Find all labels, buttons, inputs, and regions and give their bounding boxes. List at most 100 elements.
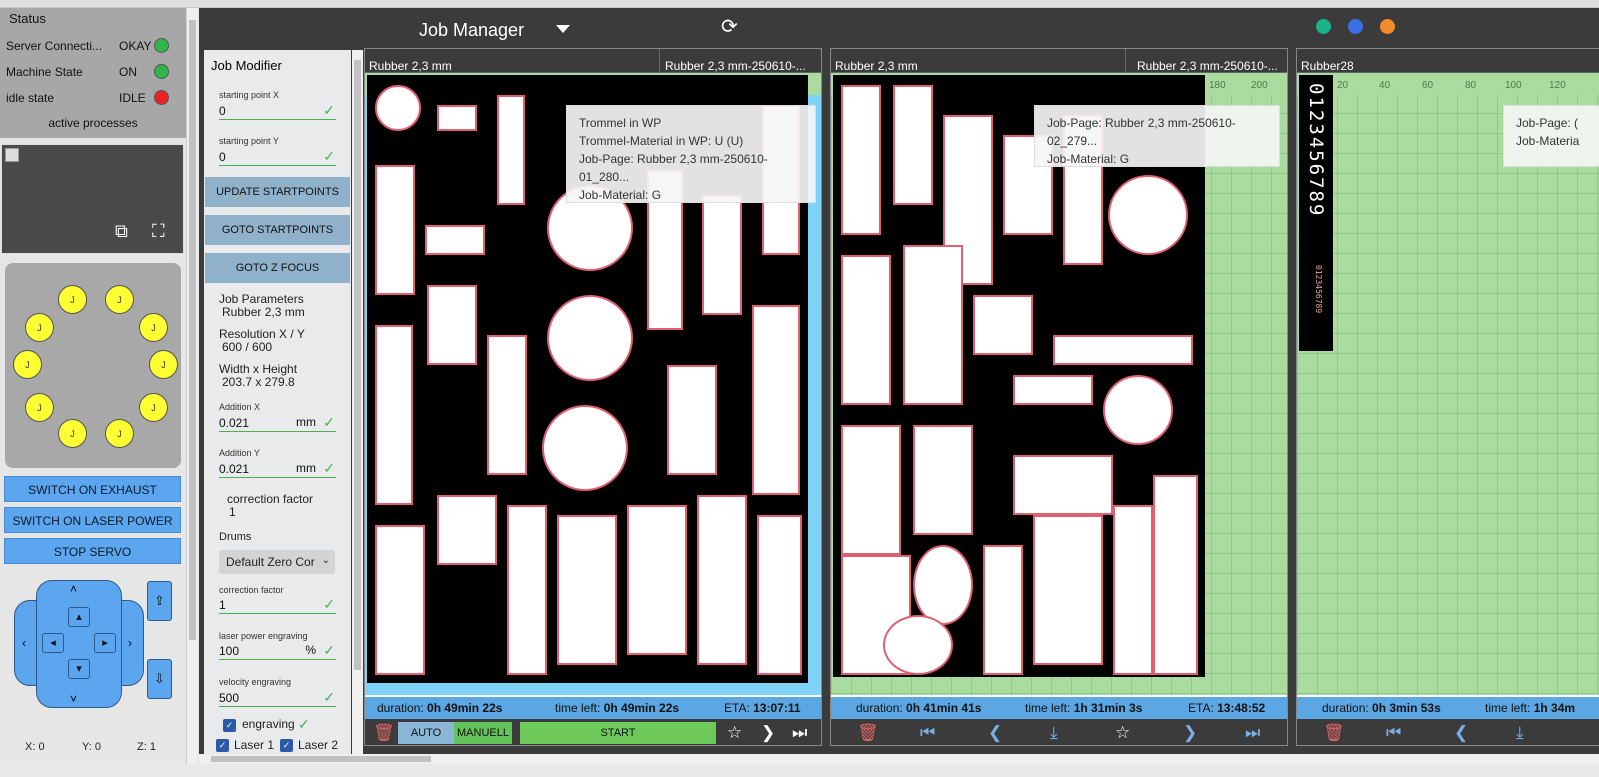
laser-head-dot[interactable]: J	[25, 313, 54, 342]
job-tooltip: Job-Page: ( Job-Materia	[1503, 105, 1599, 167]
laser-1-checkbox[interactable]: ✓	[216, 739, 229, 752]
refresh-icon[interactable]: ⟳	[721, 14, 738, 39]
horizontal-scrollbar-thumb[interactable]	[211, 756, 431, 762]
number-strip-small-text: 0123456789	[1314, 265, 1323, 314]
status-value: ON	[119, 65, 137, 79]
left-scrollbar-thumb[interactable]	[189, 20, 196, 640]
jog-down-fast-icon[interactable]: ˅	[70, 692, 77, 706]
previous-icon[interactable]: ❮	[988, 723, 1002, 743]
star-icon[interactable]: ☆	[1115, 723, 1130, 743]
download-icon[interactable]: ⤓	[1050, 723, 1058, 743]
laser-head-dot[interactable]: J	[13, 350, 42, 379]
correction-factor-input[interactable]: 1 ✓	[219, 596, 336, 614]
status-label: idle state	[6, 91, 55, 105]
start-y-input[interactable]: 0 ✓	[219, 148, 336, 166]
start-button[interactable]: START	[520, 722, 716, 744]
addition-x-label: Addition X	[219, 402, 261, 412]
jog-left-fast-icon[interactable]: ‹	[22, 636, 26, 650]
previous-icon[interactable]: ❮	[1454, 723, 1468, 743]
job-tab[interactable]: Rubber 2,3 mm	[831, 49, 1126, 73]
start-x-input[interactable]: 0 ✓	[219, 102, 336, 120]
download-icon[interactable]: ⤓	[1516, 723, 1524, 743]
ruler-tick: 100	[1505, 80, 1522, 91]
auto-button[interactable]: AUTO	[398, 722, 454, 744]
velocity-label: velocity engraving	[219, 677, 292, 687]
stop-servo-button[interactable]: STOP SERVO	[4, 538, 181, 564]
modifier-scrollbar-thumb[interactable]	[354, 60, 361, 670]
skip-start-icon[interactable]: ⏮	[1386, 723, 1401, 743]
jog-up-fast-icon[interactable]: ˄	[70, 582, 77, 596]
status-row-server: Server Connecti... OKAY	[6, 37, 176, 55]
laser-head-dot[interactable]: J	[105, 419, 134, 448]
job-tab[interactable]: Rubber28	[1297, 49, 1597, 73]
jog-right-icon[interactable]: ▸	[94, 633, 116, 653]
velocity-input[interactable]: 500 ✓	[219, 689, 336, 707]
laser-head-dot[interactable]: J	[25, 393, 54, 422]
drums-select[interactable]: Default Zero Cor ⌄	[219, 550, 335, 574]
job-actions-bar: 🗑 ⏮ ❮ ⤓ ☆ ❯ ⏭	[831, 719, 1287, 745]
laser-head-dot[interactable]: J	[149, 350, 178, 379]
job-panel-1[interactable]: Rubber 2,3 mm Rubber 2,3 mm-250610-... T…	[364, 48, 822, 746]
goto-startpoints-button[interactable]: GOTO STARTPOINTS	[205, 215, 350, 245]
switch-laser-power-button[interactable]: SWITCH ON LASER POWER	[4, 507, 181, 533]
skip-end-icon[interactable]: ⏭	[792, 723, 807, 743]
engraving-checkbox[interactable]: ✓	[223, 719, 236, 732]
jog-right-fast-icon[interactable]: ›	[128, 636, 132, 650]
laser-2-checkbox[interactable]: ✓	[280, 739, 293, 752]
addition-y-input[interactable]: 0.021 mm ✓	[219, 460, 336, 478]
star-icon[interactable]: ☆	[727, 723, 742, 743]
laser-head-dot[interactable]: J	[58, 419, 87, 448]
job-params-value: Rubber 2,3 mm	[222, 305, 305, 319]
left-scrollbar[interactable]	[186, 8, 197, 764]
next-icon[interactable]: ❯	[761, 723, 775, 743]
horizontal-scrollbar[interactable]	[199, 754, 1599, 764]
update-startpoints-button[interactable]: UPDATE STARTPOINTS	[205, 177, 350, 207]
picture-in-picture-icon[interactable]: ⧉	[115, 221, 128, 242]
coord-y: Y: 0	[82, 741, 101, 753]
job-manager-dropdown-icon[interactable]	[556, 25, 570, 33]
check-icon: ✓	[323, 689, 335, 705]
status-indicator-icon	[154, 90, 169, 105]
jog-left-icon[interactable]: ◂	[42, 633, 64, 653]
jog-down-icon[interactable]: ▾	[68, 659, 90, 679]
laser-power-input[interactable]: 100 % ✓	[219, 642, 336, 660]
job-tab[interactable]: Rubber 2,3 mm	[365, 49, 660, 73]
z-down-icon[interactable]: ⇩	[147, 659, 172, 699]
tooltip-line: Job-Material: G	[1047, 152, 1130, 166]
job-tab[interactable]: Rubber 2,3 mm-250610-...	[1133, 49, 1287, 73]
jog-up-icon[interactable]: ▴	[68, 607, 90, 627]
status-label: Machine State	[6, 65, 83, 79]
modifier-scrollbar[interactable]	[352, 50, 363, 762]
switch-exhaust-button[interactable]: SWITCH ON EXHAUST	[4, 476, 181, 502]
job-canvas[interactable]: 20 40 60 80 100 120 0123456789 012345678…	[1297, 73, 1599, 695]
z-up-icon[interactable]: ⇪	[147, 581, 172, 621]
start-y-label: starting point Y	[219, 136, 279, 146]
trash-icon[interactable]: 🗑	[373, 723, 395, 743]
addition-x-input[interactable]: 0.021 mm ✓	[219, 414, 336, 432]
manual-button[interactable]: MANUELL	[454, 722, 512, 744]
laser-head-panel: J J J J J J J J J J	[5, 263, 181, 468]
job-canvas[interactable]: 180 200 Job-Page: Rubber 2,3 mm-250610-0…	[831, 73, 1287, 695]
camera-view: ⧉ ⛶	[1, 144, 184, 254]
status-value: OKAY	[119, 39, 152, 53]
start-x-label: starting point X	[219, 90, 280, 100]
next-icon[interactable]: ❯	[1183, 723, 1197, 743]
trash-icon[interactable]: 🗑	[857, 723, 879, 743]
laser-head-dot[interactable]: J	[58, 285, 87, 314]
check-icon: ✓	[323, 642, 335, 658]
job-time-bar: duration: 0h 3min 53s time left: 1h 34m	[1297, 697, 1599, 719]
goto-z-focus-button[interactable]: GOTO Z FOCUS	[205, 253, 350, 283]
job-panel-3[interactable]: Rubber28 20 40 60 80 100 120 0123456789 …	[1296, 48, 1599, 746]
trash-icon[interactable]: 🗑	[1323, 723, 1345, 743]
laser-head-dot[interactable]: J	[139, 313, 168, 342]
laser-head-dot[interactable]: J	[105, 285, 134, 314]
job-time-bar: duration: 0h 49min 22s time left: 0h 49m…	[365, 697, 821, 719]
job-canvas[interactable]: Trommel in WP Trommel-Material in WP: U …	[365, 73, 821, 695]
addition-y-value: 0.021	[219, 462, 250, 476]
skip-end-icon[interactable]: ⏭	[1245, 723, 1260, 743]
job-panel-2[interactable]: Rubber 2,3 mm Rubber 2,3 mm-250610-... 1…	[830, 48, 1288, 746]
job-tab[interactable]: Rubber 2,3 mm-250610-...	[661, 49, 821, 73]
fullscreen-icon[interactable]: ⛶	[152, 221, 165, 242]
skip-start-icon[interactable]: ⏮	[920, 723, 935, 743]
laser-head-dot[interactable]: J	[139, 393, 168, 422]
